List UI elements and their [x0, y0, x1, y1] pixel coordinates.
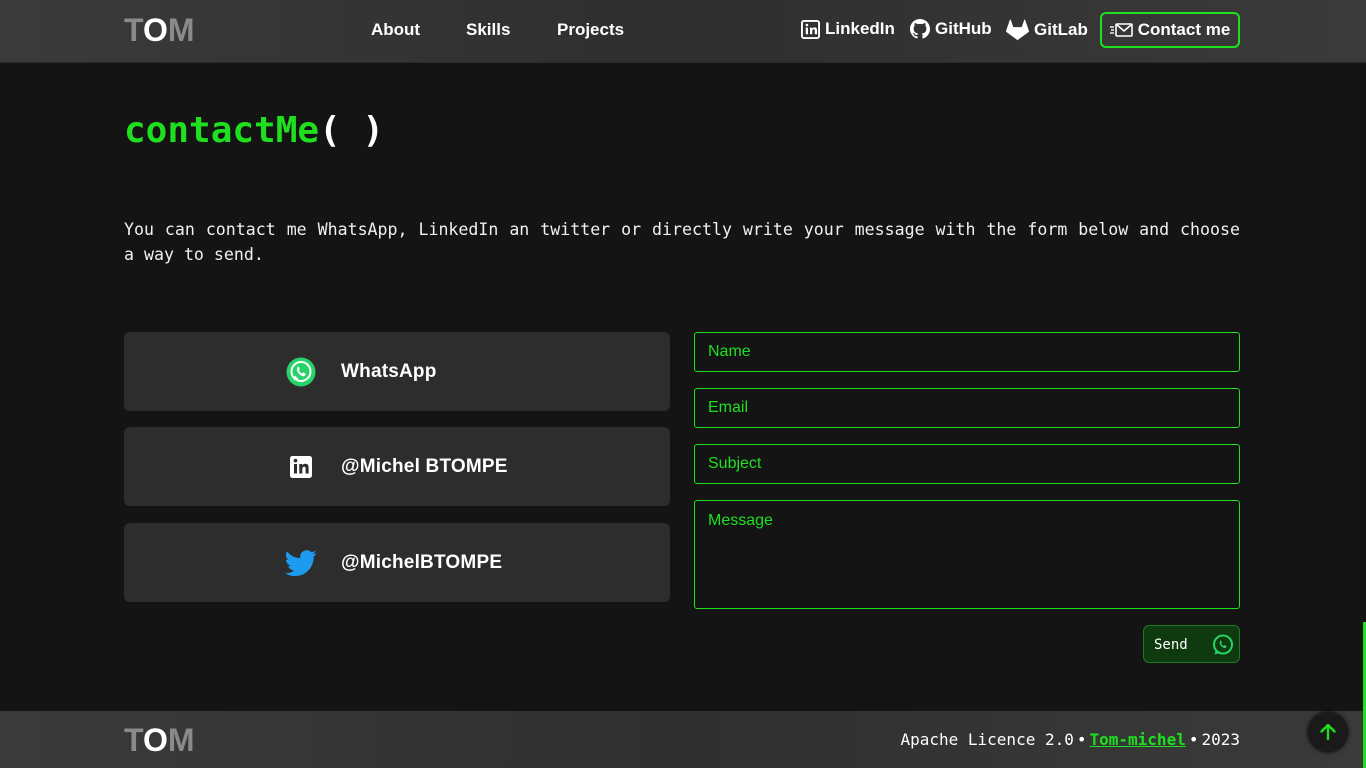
site-logo[interactable]: TOM [124, 14, 195, 46]
footer-credits: Apache Licence 2.0 • Tom-michel • 2023 [900, 730, 1240, 749]
separator: • [1188, 730, 1199, 749]
contact-me-label: Contact me [1137, 20, 1231, 39]
message-field[interactable] [694, 500, 1240, 609]
header-gitlab-link[interactable]: GitLab [1006, 19, 1088, 41]
licence-text: Apache Licence 2.0 [900, 730, 1074, 749]
nav-projects[interactable]: Projects [557, 20, 624, 40]
footer-year: 2023 [1201, 730, 1240, 749]
linkedin-card[interactable]: @Michel BTOMPE [124, 427, 670, 506]
whatsapp-icon [286, 357, 316, 387]
header-github-label: GitHub [935, 19, 992, 38]
arrow-up-icon [1320, 723, 1336, 741]
gitlab-icon [1006, 19, 1029, 41]
contact-me-button[interactable]: Contact me [1100, 12, 1240, 48]
subject-field[interactable] [694, 444, 1240, 484]
top-navbar: TOM About Skills Projects LinkedIn GitHu… [0, 0, 1366, 63]
footer: TOM Apache Licence 2.0 • Tom-michel • 2023 [0, 711, 1366, 768]
scroll-to-top-button[interactable] [1308, 712, 1348, 752]
author-link[interactable]: Tom-michel [1090, 730, 1186, 749]
send-button-label: Send [1154, 637, 1188, 653]
nav-skills[interactable]: Skills [466, 20, 510, 40]
whatsapp-card-label: WhatsApp [341, 361, 437, 382]
page-title: contactMe( ) [124, 110, 385, 151]
header-linkedin-label: LinkedIn [825, 19, 895, 38]
name-field[interactable] [694, 332, 1240, 372]
send-button[interactable]: Send [1143, 625, 1240, 663]
twitter-icon [285, 550, 317, 577]
mail-icon [1109, 23, 1133, 37]
linkedin-card-label: @Michel BTOMPE [341, 456, 508, 477]
intro-text: You can contact me WhatsApp, LinkedIn an… [124, 220, 1240, 264]
linkedin-icon [801, 19, 820, 39]
github-icon [910, 19, 930, 39]
twitter-card-label: @MichelBTOMPE [341, 552, 503, 573]
header-linkedin-link[interactable]: LinkedIn [801, 19, 895, 39]
whatsapp-icon [1213, 634, 1233, 655]
whatsapp-card[interactable]: WhatsApp [124, 332, 670, 411]
header-github-link[interactable]: GitHub [910, 19, 992, 39]
linkedin-icon [290, 456, 312, 478]
separator: • [1076, 730, 1087, 749]
twitter-card[interactable]: @MichelBTOMPE [124, 523, 670, 602]
footer-logo[interactable]: TOM [124, 724, 195, 756]
header-gitlab-label: GitLab [1034, 20, 1088, 39]
nav-about[interactable]: About [371, 20, 420, 40]
email-field[interactable] [694, 388, 1240, 428]
